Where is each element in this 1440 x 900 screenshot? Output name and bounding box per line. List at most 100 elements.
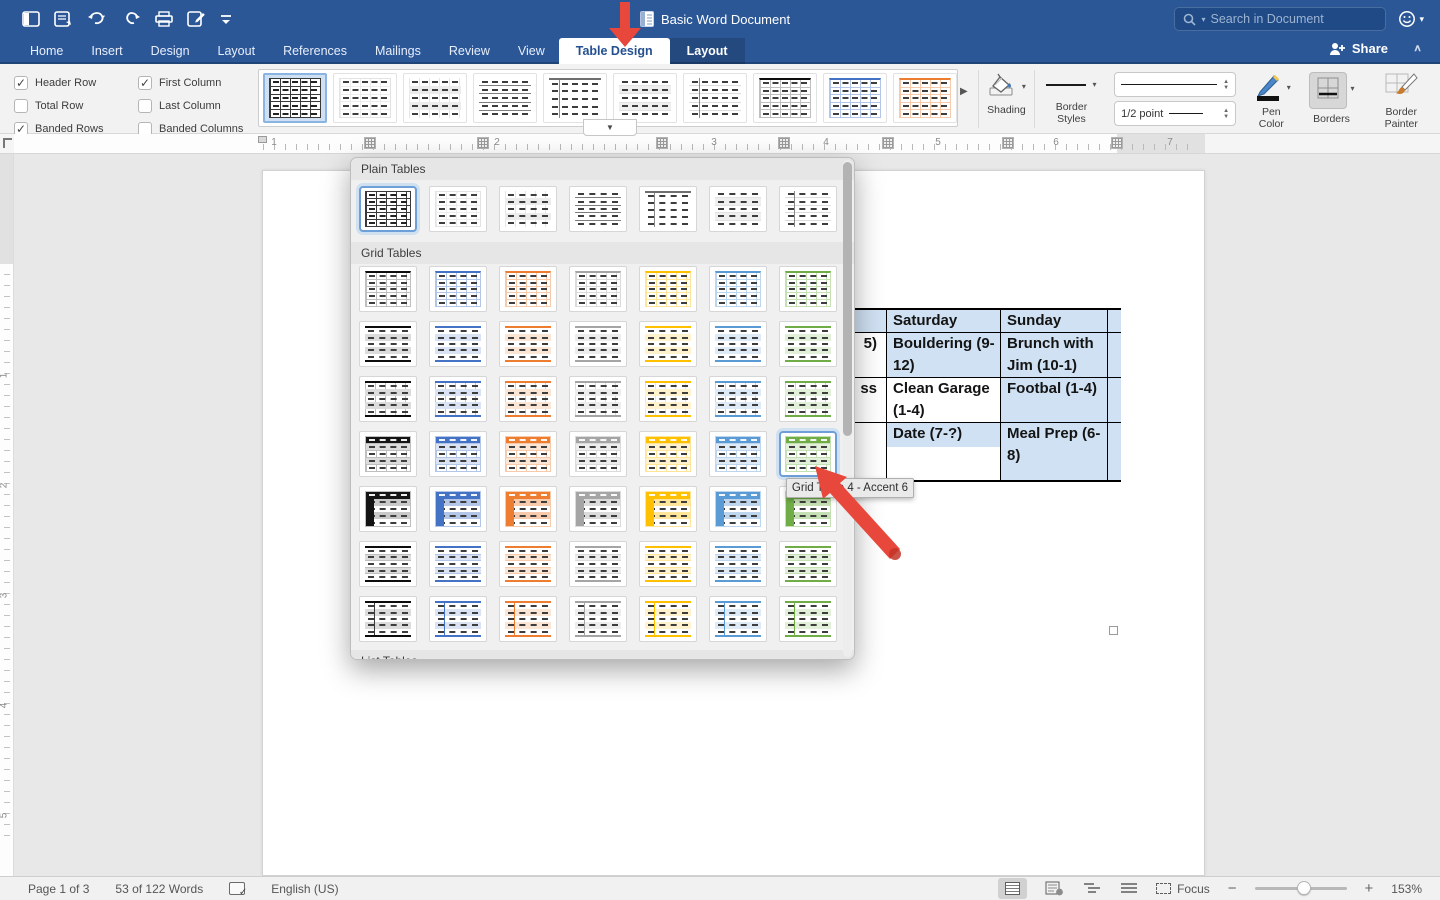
- border-painter-button[interactable]: Border Painter: [1363, 64, 1440, 134]
- strip-style-grid1-orange[interactable]: [893, 73, 957, 123]
- borders-button[interactable]: ▾ Borders: [1301, 64, 1363, 134]
- style-plain-table-5[interactable]: [709, 186, 767, 232]
- print-layout-view-button[interactable]: [998, 878, 1027, 899]
- table-cell[interactable]: Clean Garage (1-4): [886, 378, 1000, 423]
- undo-icon[interactable]: [87, 11, 111, 27]
- strip-style-plain-table-5[interactable]: [613, 73, 677, 123]
- table-column-marker[interactable]: [882, 137, 894, 149]
- style-grid-table-1-light-blue[interactable]: [429, 266, 487, 312]
- style-grid-table-5-dark-gold[interactable]: [639, 486, 697, 532]
- strip-style-grid1-dark[interactable]: [753, 73, 817, 123]
- style-grid-table-2-light-blue[interactable]: [709, 321, 767, 367]
- style-grid-table-4-gold[interactable]: [639, 431, 697, 477]
- tab-home[interactable]: Home: [16, 38, 77, 64]
- outline-view-button[interactable]: [1082, 881, 1101, 896]
- style-grid-table-6-colorful-light-blue[interactable]: [709, 541, 767, 587]
- style-grid-table-2-orange[interactable]: [499, 321, 557, 367]
- style-grid-table-7-colorful-gray[interactable]: [569, 596, 627, 642]
- table-column-marker[interactable]: [364, 137, 376, 149]
- table-cell[interactable]: Brunch with Jim (10-1): [1000, 333, 1107, 378]
- style-grid-table-5-dark-blue[interactable]: [429, 486, 487, 532]
- scrollbar-thumb[interactable]: [843, 162, 852, 436]
- sidebar-icon[interactable]: [22, 11, 40, 27]
- style-grid-table-6-colorful-blue[interactable]: [429, 541, 487, 587]
- table-cell[interactable]: Meal Prep (6-8): [1000, 423, 1107, 480]
- collapse-ribbon-button[interactable]: ∧: [1413, 42, 1422, 53]
- zoom-slider-knob[interactable]: [1297, 881, 1311, 895]
- style-grid-table-1-light-dark[interactable]: [359, 266, 417, 312]
- style-grid-table-3-gray[interactable]: [569, 376, 627, 422]
- option-total-row[interactable]: Total Row: [14, 97, 124, 115]
- pen-color-button[interactable]: ▾ Pen Color: [1242, 64, 1300, 134]
- tab-stop-selector[interactable]: [3, 138, 12, 148]
- style-grid-table-4-gray[interactable]: [569, 431, 627, 477]
- table-column-marker[interactable]: [656, 137, 668, 149]
- strip-style-plain-table-4[interactable]: [543, 73, 607, 123]
- style-grid-table-4-dark[interactable]: [359, 431, 417, 477]
- style-grid-table-2-blue[interactable]: [429, 321, 487, 367]
- dropdown-scrollbar[interactable]: [843, 160, 852, 657]
- style-grid-table-2-gray[interactable]: [569, 321, 627, 367]
- border-styles-button[interactable]: ▾ Border Styles: [1035, 64, 1108, 134]
- tab-layout[interactable]: Layout: [204, 38, 270, 64]
- style-grid-table-1-light-orange[interactable]: [499, 266, 557, 312]
- style-plain-table-6[interactable]: [779, 186, 837, 232]
- style-grid-table-6-colorful-dark[interactable]: [359, 541, 417, 587]
- style-grid-table-1-light-gray[interactable]: [569, 266, 627, 312]
- indent-marker[interactable]: [258, 136, 267, 143]
- style-grid-table-1-light-green[interactable]: [779, 266, 837, 312]
- table-column-marker[interactable]: [778, 137, 790, 149]
- style-grid-table-2-dark[interactable]: [359, 321, 417, 367]
- table-cell[interactable]: Bouldering (9-12): [886, 333, 1000, 378]
- option-header-row[interactable]: ✓Header Row: [14, 74, 124, 92]
- share-button[interactable]: Share: [1329, 41, 1388, 56]
- word-count[interactable]: 53 of 122 Words: [115, 882, 203, 896]
- redo-icon[interactable]: [125, 11, 141, 27]
- style-grid-table-2-green[interactable]: [779, 321, 837, 367]
- style-grid-table-7-colorful-green[interactable]: [779, 596, 837, 642]
- style-grid-table-1-light-gold[interactable]: [639, 266, 697, 312]
- table-header-cell[interactable]: Saturday: [886, 310, 1000, 333]
- draft-view-button[interactable]: [1119, 881, 1138, 896]
- line-weight-select[interactable]: 1/2 point▲▼: [1114, 101, 1236, 126]
- style-grid-table-5-dark-dark[interactable]: [359, 486, 417, 532]
- zoom-out-button[interactable]: −: [1228, 880, 1237, 897]
- style-grid-table-3-gold[interactable]: [639, 376, 697, 422]
- style-grid-table-7-colorful-gold[interactable]: [639, 596, 697, 642]
- table-cell-partial[interactable]: [1107, 333, 1121, 378]
- tab-insert[interactable]: Insert: [77, 38, 136, 64]
- tab-design[interactable]: Design: [137, 38, 204, 64]
- table-column-marker[interactable]: [477, 137, 489, 149]
- style-grid-table-5-dark-orange[interactable]: [499, 486, 557, 532]
- style-plain-table-3[interactable]: [569, 186, 627, 232]
- gallery-dropdown-button[interactable]: ▼: [583, 119, 637, 136]
- checkbox-icon[interactable]: [14, 99, 28, 113]
- style-plain-table-1[interactable]: [429, 186, 487, 232]
- tab-layout[interactable]: Layout: [670, 38, 745, 64]
- strip-style-plain-table-2[interactable]: [403, 73, 467, 123]
- style-grid-table-6-colorful-orange[interactable]: [499, 541, 557, 587]
- strip-style-plain-table-1[interactable]: [333, 73, 397, 123]
- save-icon[interactable]: [54, 11, 73, 27]
- tab-references[interactable]: References: [269, 38, 361, 64]
- style-table-grid[interactable]: [359, 186, 417, 232]
- focus-mode-button[interactable]: Focus: [1156, 882, 1210, 896]
- table-cell-partial[interactable]: [1107, 423, 1121, 480]
- table-column-marker[interactable]: [1002, 137, 1014, 149]
- spellcheck-icon[interactable]: [229, 882, 245, 895]
- style-grid-table-3-light-blue[interactable]: [709, 376, 767, 422]
- style-grid-table-5-dark-gray[interactable]: [569, 486, 627, 532]
- style-grid-table-3-green[interactable]: [779, 376, 837, 422]
- search-input[interactable]: ▾ Search in Document: [1174, 7, 1386, 31]
- style-grid-table-2-gold[interactable]: [639, 321, 697, 367]
- style-plain-table-4[interactable]: [639, 186, 697, 232]
- strip-style-plain-table-3[interactable]: [473, 73, 537, 123]
- table-header-cell[interactable]: Sunday: [1000, 310, 1107, 333]
- style-plain-table-2[interactable]: [499, 186, 557, 232]
- strip-style-table-grid[interactable]: [263, 73, 327, 123]
- zoom-in-button[interactable]: +: [1365, 880, 1374, 897]
- option-first-column[interactable]: ✓First Column: [138, 74, 248, 92]
- table-cell-partial[interactable]: [1107, 378, 1121, 423]
- style-grid-table-7-colorful-blue[interactable]: [429, 596, 487, 642]
- web-layout-view-button[interactable]: [1045, 881, 1064, 896]
